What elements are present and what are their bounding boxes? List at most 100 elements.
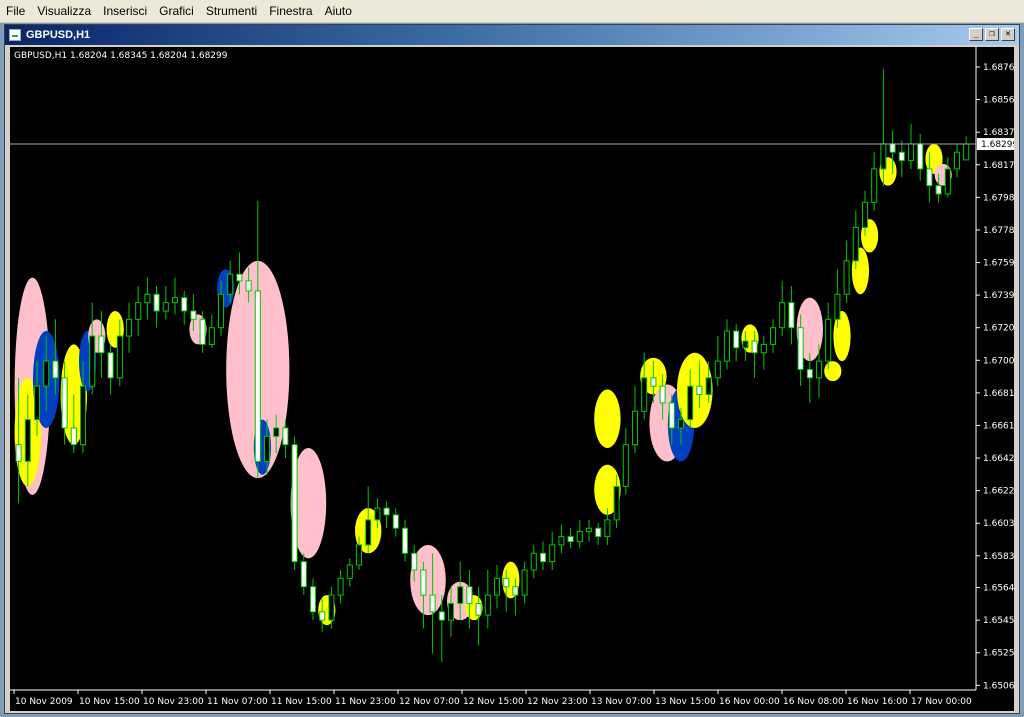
candle-body <box>696 385 703 396</box>
candle-body <box>70 427 77 446</box>
candle-body <box>484 594 491 616</box>
time-tick-label: 16 Nov 00:00 <box>719 697 780 707</box>
candle-body <box>668 402 675 429</box>
candle-body <box>769 327 777 345</box>
price-tick-label: 1.67980 <box>983 193 1014 203</box>
ellipse-yellow <box>824 361 842 382</box>
price-tick-label: 1.68760 <box>983 63 1014 73</box>
chart-window: GBPUSD,H1 _ ❐ ✕ 1.68760 1.68565 1.68370 1.6… <box>4 24 1020 714</box>
price-tick-label: 1.66810 <box>983 389 1014 399</box>
price-tick-label: 1.68565 <box>983 96 1014 106</box>
candle-body <box>181 297 188 312</box>
price-tick-label: 1.66420 <box>983 454 1014 464</box>
candle-body <box>576 531 583 543</box>
candle-body <box>254 290 261 462</box>
price-tick-label: 1.66225 <box>983 487 1014 497</box>
chart-background <box>10 47 1014 711</box>
candle-body <box>365 519 372 546</box>
candle-body <box>530 552 537 571</box>
candle-body <box>227 273 234 295</box>
candle-body <box>162 302 169 312</box>
price-tick-label: 1.65060 <box>983 681 1014 691</box>
candle-body <box>512 586 519 596</box>
price-tick-label: 1.68175 <box>983 161 1014 171</box>
mdi-workspace: GBPUSD,H1 _ ❐ ✕ 1.68760 1.68565 1.68370 1.6… <box>0 23 1024 717</box>
candle-body <box>475 602 482 616</box>
chart-info-text: GBPUSD,H1 1.68204 1.68345 1.68204 1.6829… <box>14 51 228 61</box>
candle-body <box>723 330 731 362</box>
candle-body <box>585 527 593 533</box>
candle-body <box>806 368 813 379</box>
menu-visualizza[interactable]: Visualizza <box>31 0 97 22</box>
candle-body <box>199 318 206 345</box>
menu-finestra[interactable]: Finestra <box>263 0 318 22</box>
candle-body <box>153 293 160 312</box>
candle-body <box>79 385 87 446</box>
close-button[interactable]: ✕ <box>1001 28 1015 41</box>
price-tick-label: 1.65645 <box>983 584 1014 594</box>
candle-body <box>282 427 289 446</box>
price-chart[interactable]: 1.68760 1.68565 1.68370 1.68175 1.67980 1.677… <box>10 47 1014 711</box>
price-tick-label: 1.67590 <box>983 259 1014 269</box>
price-tick-label: 1.65450 <box>983 616 1014 626</box>
candle-body <box>107 352 114 379</box>
candle-body <box>346 564 353 579</box>
candle-body <box>438 611 445 621</box>
time-tick-label: 16 Nov 08:00 <box>783 697 844 707</box>
candle-body <box>447 602 455 621</box>
candle-body <box>843 260 850 295</box>
candle-body <box>263 435 271 462</box>
candle-body <box>760 343 767 354</box>
candle-body <box>236 273 243 282</box>
time-tick-label: 17 Nov 00:00 <box>911 697 972 707</box>
time-tick-label: 12 Nov 23:00 <box>527 697 588 707</box>
time-tick-label: 11 Nov 15:00 <box>271 697 332 707</box>
menu-aiuto[interactable]: Aiuto <box>319 0 358 22</box>
candle-body <box>190 310 197 320</box>
candle-body <box>788 302 795 329</box>
price-tick-label: 1.68370 <box>983 128 1014 138</box>
candle-body <box>300 561 307 588</box>
menu-grafici[interactable]: Grafici <box>153 0 200 22</box>
candle-body <box>953 151 961 170</box>
candle-body <box>43 360 50 387</box>
candle-body <box>135 302 142 320</box>
menu-inserisci[interactable]: Inserisci <box>97 0 153 22</box>
candle-body <box>144 293 151 304</box>
candle-body <box>650 377 657 387</box>
ellipse-yellow <box>594 389 621 449</box>
candle-body <box>466 586 473 604</box>
time-tick-label: 11 Nov 23:00 <box>335 697 396 707</box>
candle-body <box>217 293 225 329</box>
candle-body <box>742 340 749 349</box>
price-tick-label: 1.67200 <box>983 324 1014 334</box>
candle-body <box>687 385 694 421</box>
candle-body <box>89 335 96 387</box>
candle-body <box>889 143 896 153</box>
candle-body <box>871 168 878 203</box>
price-tick-label: 1.66030 <box>983 519 1014 529</box>
candle-body <box>861 201 869 228</box>
restore-button[interactable]: ❐ <box>985 28 999 41</box>
window-titlebar[interactable]: GBPUSD,H1 _ ❐ ✕ <box>5 25 1019 45</box>
candle-body <box>917 143 924 170</box>
menu-bar: File Visualizza Inserisci Grafici Strume… <box>0 0 1024 23</box>
candle-body <box>374 507 381 521</box>
candle-body <box>493 577 501 596</box>
candle-body <box>641 377 648 412</box>
candle-body <box>61 377 68 429</box>
candle-body <box>935 185 942 195</box>
candle-body <box>898 151 905 162</box>
candle-body <box>125 318 133 337</box>
candle-body <box>273 427 280 437</box>
minimize-button[interactable]: _ <box>969 28 983 41</box>
candle-body <box>98 335 105 354</box>
candle-body <box>880 143 887 170</box>
candle-body <box>751 340 758 354</box>
menu-strumenti[interactable]: Strumenti <box>200 0 263 22</box>
candle-body <box>429 594 436 613</box>
candle-body <box>420 569 427 596</box>
price-tick-label: 1.65835 <box>983 552 1014 562</box>
candle-body <box>926 168 933 187</box>
menu-file[interactable]: File <box>0 0 31 22</box>
